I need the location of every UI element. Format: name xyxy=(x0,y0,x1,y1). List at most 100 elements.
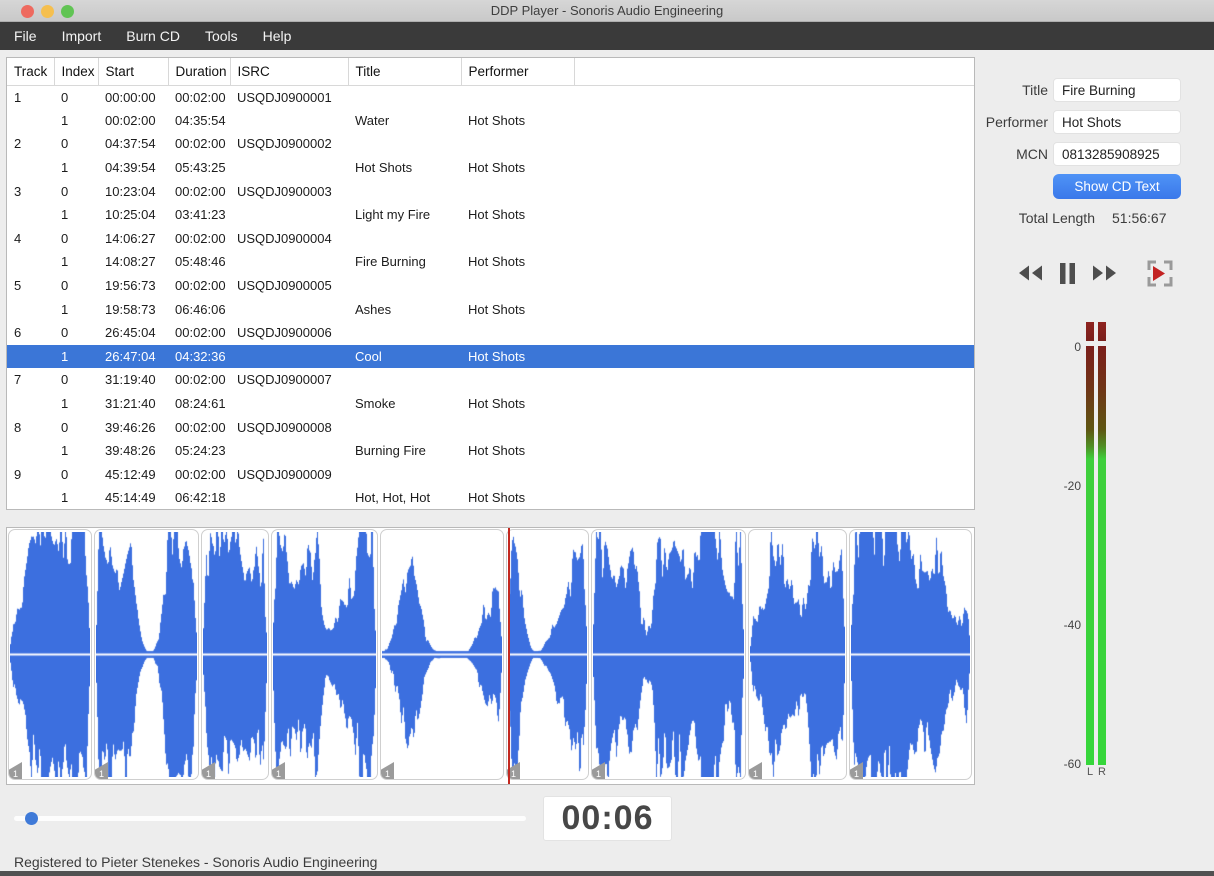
table-row[interactable]: 1 45:14:49 06:42:18 Hot, Hot, Hot Hot Shots xyxy=(7,486,974,509)
rewind-icon[interactable] xyxy=(1017,258,1044,288)
table-row[interactable]: 2 0 04:37:54 00:02:00 USQDJ0900002 xyxy=(7,132,974,156)
mcn-field-label: MCN xyxy=(1016,146,1048,162)
table-row[interactable]: 1 39:48:26 05:24:23 Burning Fire Hot Shots xyxy=(7,439,974,463)
waveform-graphic xyxy=(851,532,970,777)
cell-duration: 00:02:00 xyxy=(175,419,226,435)
table-row[interactable]: 1 10:25:04 03:41:23 Light my Fire Hot Shots xyxy=(7,203,974,227)
waveform-graphic xyxy=(10,532,90,777)
cell-title: Smoke xyxy=(355,396,396,412)
mcn-field[interactable] xyxy=(1053,142,1181,166)
cell-performer: Hot Shots xyxy=(468,396,526,412)
play-to-marker-icon[interactable] xyxy=(1144,258,1176,288)
menu-item-help[interactable]: Help xyxy=(263,22,292,50)
table-row[interactable]: 1 14:08:27 05:48:46 Fire Burning Hot Shots xyxy=(7,250,974,274)
column-header-duration[interactable]: Duration xyxy=(168,58,231,86)
pause-icon[interactable] xyxy=(1059,258,1076,288)
waveform-panel[interactable]: 111111111 xyxy=(6,527,975,785)
show-cd-text-button[interactable]: Show CD Text xyxy=(1053,174,1181,199)
seek-slider-thumb[interactable] xyxy=(25,812,38,825)
cell-isrc xyxy=(230,297,348,321)
column-header-performer[interactable]: Performer xyxy=(461,58,575,86)
cell-start: 39:46:26 xyxy=(105,419,156,435)
column-header-index[interactable]: Index xyxy=(54,58,99,86)
cell-duration: 05:43:25 xyxy=(175,160,226,176)
cell-track: 6 xyxy=(14,325,22,341)
table-row[interactable]: 1 04:39:54 05:43:25 Hot Shots Hot Shots xyxy=(7,156,974,180)
title-field-label: Title xyxy=(1022,82,1048,98)
table-row[interactable]: 1 19:58:73 06:46:06 Ashes Hot Shots xyxy=(7,297,974,321)
cell-index: 1 xyxy=(61,443,69,459)
table-row[interactable]: 1 26:47:04 04:32:36 Cool Hot Shots xyxy=(7,344,974,369)
cell-isrc xyxy=(230,250,348,274)
table-row[interactable]: 4 0 14:06:27 00:02:00 USQDJ0900004 xyxy=(7,227,974,251)
table-body: 1 0 00:00:00 00:02:00 USQDJ0900001 1 00:02:00 0… xyxy=(7,85,974,509)
table-row[interactable]: 1 0 00:00:00 00:02:00 USQDJ0900001 xyxy=(7,85,974,109)
cell-start: 31:21:40 xyxy=(105,396,156,412)
column-header-start[interactable]: Start xyxy=(98,58,169,86)
waveform-track-segment[interactable]: 1 xyxy=(506,529,589,780)
waveform-track-segment[interactable]: 1 xyxy=(8,529,92,780)
fast-forward-icon[interactable] xyxy=(1091,258,1118,288)
seek-slider-track[interactable] xyxy=(14,816,526,821)
cell-track: 7 xyxy=(14,372,22,388)
table-row[interactable]: 7 0 31:19:40 00:02:00 USQDJ0900007 xyxy=(7,368,974,392)
column-header-title[interactable]: Title xyxy=(348,58,462,86)
cell-start: 00:00:00 xyxy=(105,89,156,105)
meter-scale-label: -40 xyxy=(1063,618,1081,632)
performer-field-label: Performer xyxy=(985,114,1048,130)
cell-duration: 00:02:00 xyxy=(175,466,226,482)
waveform-track-segment[interactable]: 1 xyxy=(94,529,199,780)
cell-track xyxy=(7,486,54,509)
cell-title: Light my Fire xyxy=(355,207,431,223)
cell-duration: 00:02:00 xyxy=(175,372,226,388)
table-row[interactable]: 8 0 39:46:26 00:02:00 USQDJ0900008 xyxy=(7,415,974,439)
waveform-track-segment[interactable]: 1 xyxy=(591,529,746,780)
menu-item-import[interactable]: Import xyxy=(62,22,102,50)
registration-status-text: Registered to Pieter Stenekes - Sonoris … xyxy=(14,854,378,870)
cell-index: 0 xyxy=(61,419,69,435)
waveform-graphic xyxy=(508,532,587,777)
cell-track: 5 xyxy=(14,278,22,294)
table-row[interactable]: 1 31:21:40 08:24:61 Smoke Hot Shots xyxy=(7,392,974,416)
cell-track xyxy=(7,156,54,180)
cell-track: 9 xyxy=(14,466,22,482)
menu-item-burn-cd[interactable]: Burn CD xyxy=(126,22,180,50)
cell-title: Burning Fire xyxy=(355,443,426,459)
cell-start: 14:06:27 xyxy=(105,230,156,246)
table-row[interactable]: 5 0 19:56:73 00:02:00 USQDJ0900005 xyxy=(7,274,974,298)
cell-performer xyxy=(461,132,574,156)
time-display-value: 00:06 xyxy=(561,799,654,837)
waveform-graphic xyxy=(96,532,197,777)
column-header-isrc[interactable]: ISRC xyxy=(230,58,349,86)
waveform-graphic xyxy=(593,532,744,777)
waveform-track-segment[interactable]: 1 xyxy=(201,529,269,780)
table-row[interactable]: 1 00:02:00 04:35:54 Water Hot Shots xyxy=(7,109,974,133)
cell-isrc xyxy=(230,109,348,133)
title-field[interactable] xyxy=(1053,78,1181,102)
cell-duration: 00:02:00 xyxy=(175,183,226,199)
table-row[interactable]: 3 0 10:23:04 00:02:00 USQDJ0900003 xyxy=(7,179,974,203)
table-row[interactable]: 9 0 45:12:49 00:02:00 USQDJ0900009 xyxy=(7,463,974,487)
menu-item-tools[interactable]: Tools xyxy=(205,22,238,50)
total-length-label: Total Length xyxy=(1018,210,1095,226)
cell-duration: 04:32:36 xyxy=(168,344,230,369)
cell-performer xyxy=(461,85,574,109)
cell-isrc: USQDJ0900002 xyxy=(237,136,332,152)
cell-performer xyxy=(461,415,574,439)
performer-field[interactable] xyxy=(1053,110,1181,134)
cell-performer xyxy=(461,463,574,487)
table-row[interactable]: 6 0 26:45:04 00:02:00 USQDJ0900006 xyxy=(7,321,974,345)
cell-duration: 00:02:00 xyxy=(175,230,226,246)
cell-title xyxy=(348,368,461,392)
cell-title: Hot Shots xyxy=(355,160,413,176)
waveform-track-segment[interactable]: 1 xyxy=(748,529,847,780)
playhead-cursor[interactable] xyxy=(508,528,510,784)
column-header-track[interactable]: Track xyxy=(7,58,55,86)
menu-item-file[interactable]: File xyxy=(14,22,37,50)
waveform-track-segment[interactable]: 1 xyxy=(849,529,972,780)
waveform-track-segment[interactable]: 1 xyxy=(271,529,378,780)
waveform-strip: 111111111 xyxy=(7,528,974,784)
cell-duration: 00:02:00 xyxy=(175,136,226,152)
waveform-track-segment[interactable]: 1 xyxy=(380,529,504,780)
meter-scale-label: 0 xyxy=(1074,340,1081,354)
